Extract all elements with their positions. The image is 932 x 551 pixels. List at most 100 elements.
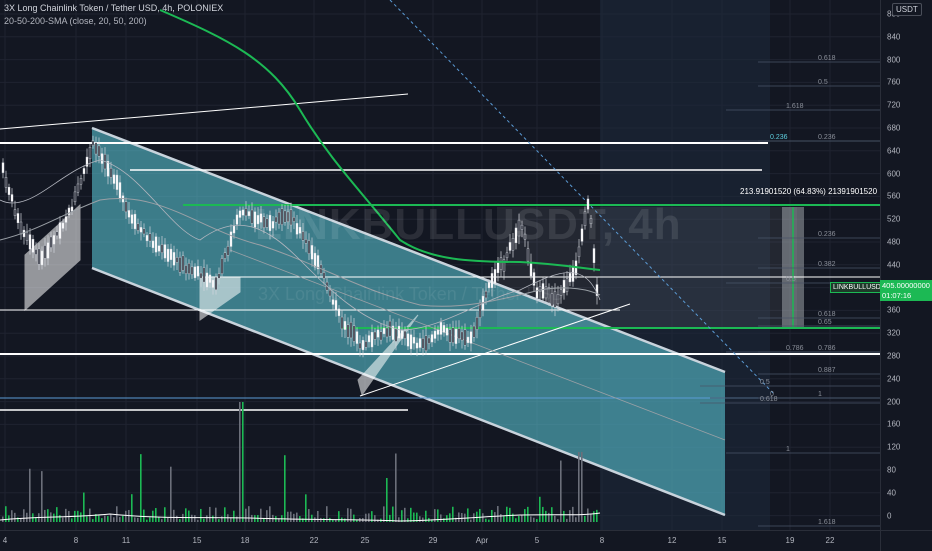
candle-body: [31, 239, 35, 253]
volume-bar: [566, 518, 568, 522]
price-scale[interactable]: 8808408007607206806406005605204804404003…: [880, 0, 932, 530]
time-tick-label: 4: [2, 536, 8, 545]
time-tick-label: 12: [667, 536, 677, 545]
volume-bar: [233, 510, 235, 522]
candle-body: [352, 325, 356, 342]
volume-bar: [260, 508, 262, 522]
candle-body: [13, 209, 17, 216]
candle-body: [97, 145, 101, 157]
volume-bar: [545, 510, 547, 522]
volume-bar: [158, 517, 160, 522]
candle-body: [79, 178, 83, 185]
candle-body: [127, 210, 131, 218]
price-tick-label: 240: [887, 374, 901, 384]
volume-bar: [485, 518, 487, 522]
volume-bar: [590, 513, 592, 522]
currency-unit-badge[interactable]: USDT: [892, 3, 922, 16]
time-scale[interactable]: 4 8 11 15 18 22 25 29 Apr 5 8 12 15 19 22: [0, 530, 880, 551]
candle-body: [430, 334, 434, 343]
volume-bar: [311, 514, 313, 522]
volume-bar: [368, 513, 370, 522]
volume-bar: [410, 507, 412, 522]
candle-body: [421, 338, 425, 349]
fib-level-label: 0.786: [818, 345, 836, 352]
time-tick-label: 15: [192, 536, 202, 545]
candle-body: [529, 262, 533, 277]
price-tick-label: 520: [887, 214, 901, 224]
volume-bar: [557, 519, 559, 522]
price-tick-label: 480: [887, 237, 901, 247]
candle-body: [199, 272, 203, 279]
price-tick-label: 600: [887, 169, 901, 179]
candle-body: [181, 255, 185, 271]
volume-bar: [503, 516, 505, 522]
volume-bar: [71, 518, 73, 522]
volume-bar: [269, 506, 271, 522]
candle-body: [403, 330, 407, 339]
candle-body: [313, 252, 317, 268]
candle-body: [397, 325, 401, 339]
volume-bar: [218, 519, 220, 522]
candle-body: [25, 232, 29, 241]
candle-body: [172, 252, 176, 266]
candle-body: [37, 248, 41, 265]
volume-bar: [98, 515, 100, 522]
candle-body: [322, 272, 326, 279]
volume-bar: [479, 508, 481, 522]
ticker-tag: LINKBULLUSDT: [830, 282, 880, 293]
chart-pane[interactable]: 0.618 0.5 1.618 0.236 0.236 0.236 0.382 0.5 0.61…: [0, 0, 880, 530]
candle-body: [73, 191, 77, 203]
volume-bar: [575, 517, 577, 522]
volume-bar: [392, 506, 394, 522]
volume-bar: [224, 507, 226, 522]
candle-body: [394, 328, 398, 342]
candle-body: [388, 320, 392, 337]
volume-bar: [179, 519, 181, 522]
volume-bar: [497, 506, 499, 522]
candle-body: [223, 252, 227, 259]
volume-bar: [593, 511, 595, 522]
time-tick-label: 8: [73, 536, 79, 545]
indicator-legend[interactable]: 20-50-200-SMA (close, 20, 50, 200): [4, 16, 147, 26]
candle-body: [187, 263, 191, 274]
candle-body: [367, 335, 371, 343]
candle-body: [46, 242, 50, 259]
volume-bar: [482, 513, 484, 522]
candle-body: [148, 233, 152, 242]
candle-body: [355, 331, 359, 344]
candle-body: [160, 244, 164, 253]
price-tick-label: 840: [887, 32, 901, 42]
measure-label: 213.91901520 (64.83%) 21391901520: [740, 187, 878, 196]
volume-bar: [110, 513, 112, 522]
candle-body: [349, 322, 353, 339]
price-tick-label: 640: [887, 146, 901, 156]
candle-body: [250, 209, 254, 224]
candle-body: [91, 140, 95, 146]
volume-bar: [308, 509, 310, 522]
volume-bar: [554, 515, 556, 522]
candle-body: [238, 210, 242, 218]
volume-bar: [266, 510, 268, 522]
volume-bar: [80, 512, 82, 522]
candle-body: [175, 257, 179, 263]
candle-body: [55, 231, 59, 237]
volume-bar: [461, 513, 463, 522]
volume-bar: [488, 519, 490, 522]
volume-bar: [524, 509, 526, 522]
price-tick-label: 40: [887, 488, 896, 498]
volume-bar: [125, 510, 127, 522]
candle-body: [193, 266, 197, 279]
candle-body: [337, 308, 341, 317]
candle-body: [469, 331, 473, 344]
time-tick-label: 11: [121, 536, 131, 545]
volume-bar: [440, 514, 442, 522]
volume-bar: [122, 515, 124, 522]
candle-body: [400, 330, 404, 339]
candle-body: [409, 334, 413, 350]
scale-corner[interactable]: [880, 530, 932, 551]
candle-body: [457, 328, 461, 339]
volume-bar: [185, 508, 187, 522]
price-chart[interactable]: 0.618 0.5 1.618 0.236 0.236 0.236 0.382 0.5 0.61…: [0, 0, 880, 530]
time-tick-label: 18: [240, 536, 250, 545]
candle-body: [232, 225, 236, 234]
